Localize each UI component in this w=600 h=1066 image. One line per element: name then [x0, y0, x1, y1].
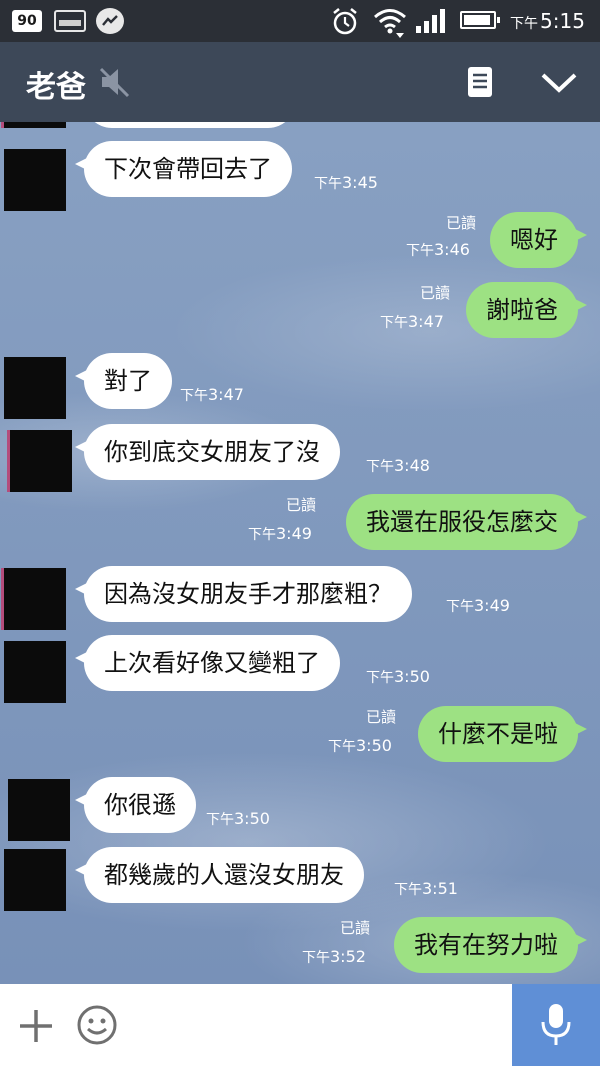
message-time-period: 下午	[206, 812, 234, 828]
alarm-icon	[333, 8, 357, 35]
notification-badge: 90	[12, 10, 42, 32]
message-time-period: 下午	[406, 243, 434, 259]
message-time-period: 下午	[302, 950, 330, 966]
read-receipt: 已讀	[446, 214, 477, 232]
read-receipt: 已讀	[366, 708, 397, 726]
mute-icon	[99, 67, 130, 98]
message-time: 下午3:47	[180, 385, 244, 405]
message-time: 下午3:45	[314, 173, 378, 193]
message-time: 下午3:48	[366, 456, 430, 476]
message-bubble[interactable]: 上次看好像又變粗了	[75, 635, 340, 691]
signal-icon	[416, 9, 445, 33]
message-input-bar[interactable]	[0, 984, 600, 1066]
message-bubble[interactable]: 下次會帶回去了	[75, 141, 292, 197]
message-time-value: 3:50	[394, 667, 430, 686]
message-bubble[interactable]: 都幾歲的人還沒女朋友	[75, 847, 364, 903]
message-bubble[interactable]: 謝啦爸	[466, 282, 587, 338]
read-receipt: 已讀	[420, 284, 451, 302]
message-bubble[interactable]: 嗯好	[490, 212, 587, 268]
message-time-period: 下午	[314, 176, 342, 192]
status-bar: 90 下午 5:15	[0, 0, 600, 42]
chat-title[interactable]: 老爸	[26, 62, 86, 106]
message-bubble[interactable]: 對了	[75, 353, 172, 409]
message-bubble[interactable]: 我還在服役怎麼交	[346, 494, 587, 550]
message-time-value: 3:50	[234, 809, 270, 828]
message-bubble[interactable]: 你很遜	[75, 777, 196, 833]
message-time: 下午3:49	[446, 596, 510, 616]
message-time-period: 下午	[366, 459, 394, 475]
clock-period: 下午	[510, 16, 538, 32]
message-time-period: 下午	[328, 739, 356, 755]
message-time: 下午3:51	[394, 879, 458, 899]
image-notification-icon	[54, 10, 86, 32]
avatar[interactable]	[8, 779, 70, 841]
message-bubble-partial[interactable]	[84, 122, 296, 128]
message-time: 下午3:47	[380, 312, 444, 332]
message-time-value: 3:49	[276, 524, 312, 543]
avatar[interactable]	[4, 641, 66, 703]
message-time-period: 下午	[380, 315, 408, 331]
message-time-period: 下午	[248, 527, 276, 543]
avatar[interactable]	[10, 430, 72, 492]
read-receipt: 已讀	[286, 496, 317, 514]
chevron-down-icon[interactable]	[540, 72, 578, 94]
message-time-period: 下午	[446, 599, 474, 615]
message-time: 下午3:50	[206, 809, 270, 829]
message-time-value: 3:49	[474, 596, 510, 615]
message-bubble[interactable]: 你到底交女朋友了沒	[75, 424, 340, 480]
message-bubble[interactable]: 因為沒女朋友手才那麼粗？	[75, 566, 412, 622]
message-time: 下午3:50	[328, 736, 392, 756]
message-time-value: 3:52	[330, 947, 366, 966]
notes-icon[interactable]	[466, 66, 494, 98]
message-time-value: 3:50	[356, 736, 392, 755]
read-receipt: 已讀	[340, 919, 371, 937]
message-time-value: 3:45	[342, 173, 378, 192]
microphone-icon	[541, 1004, 571, 1045]
message-bubble[interactable]: 什麼不是啦	[418, 706, 587, 762]
clock: 下午 5:15	[510, 9, 585, 33]
message-time: 下午3:46	[406, 240, 470, 260]
microphone-button[interactable]	[512, 984, 600, 1066]
message-time: 下午3:52	[302, 947, 366, 967]
message-time: 下午3:50	[366, 667, 430, 687]
wifi-icon	[374, 9, 406, 38]
message-time-period: 下午	[394, 882, 422, 898]
message-time: 下午3:49	[248, 524, 312, 544]
message-time-value: 3:51	[422, 879, 458, 898]
message-time-period: 下午	[366, 670, 394, 686]
avatar[interactable]	[4, 849, 66, 911]
message-time-period: 下午	[180, 388, 208, 404]
avatar[interactable]	[4, 149, 66, 211]
avatar[interactable]	[4, 357, 66, 419]
plus-icon[interactable]	[16, 1006, 56, 1046]
battery-icon	[460, 11, 500, 29]
message-time-value: 3:48	[394, 456, 430, 475]
message-time-value: 3:46	[434, 240, 470, 259]
message-bubble[interactable]: 我有在努力啦	[394, 917, 587, 973]
message-time-value: 3:47	[208, 385, 244, 404]
messenger-icon	[96, 8, 124, 34]
chat-area[interactable]: 下次會帶回去了 下午3:45 已讀 下午3:46 嗯好 已讀 下午3:47 謝啦…	[0, 122, 600, 984]
message-time-value: 3:47	[408, 312, 444, 331]
avatar[interactable]	[4, 568, 66, 630]
avatar[interactable]	[4, 122, 66, 128]
chat-header: 老爸	[0, 42, 600, 122]
clock-time: 5:15	[540, 9, 585, 33]
emoji-icon[interactable]	[76, 1004, 118, 1046]
